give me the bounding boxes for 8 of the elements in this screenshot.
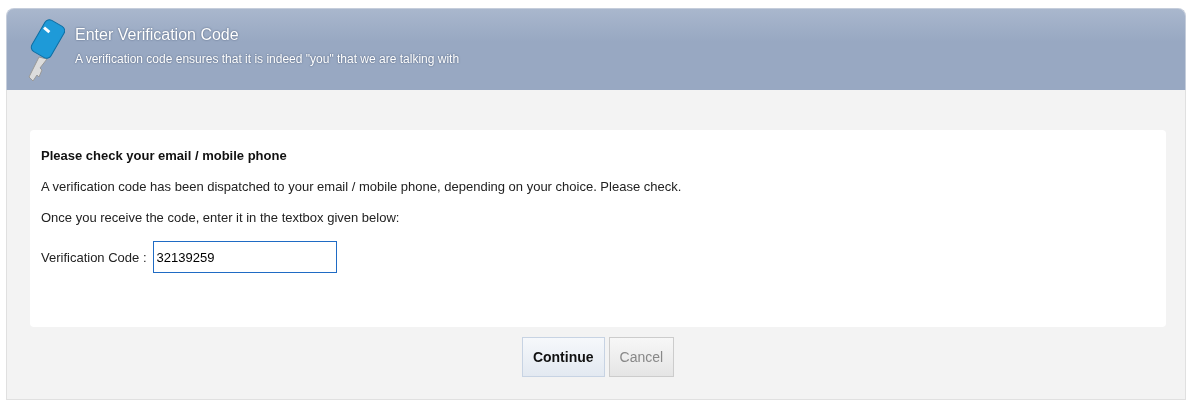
field-label: Verification Code :	[41, 249, 147, 265]
page-title: Enter Verification Code	[75, 25, 240, 44]
instruction-text: Once you receive the code, enter it in the textbox given below:	[41, 210, 401, 225]
card-heading: Please check your email / mobile phone	[41, 148, 288, 163]
page-subtitle: A verification code ensures that it is indeed "you" that we are talking with	[75, 51, 460, 66]
continue-button[interactable]: Continue	[521, 337, 605, 377]
instruction-text: A verification code has been dispatched to your email / mobile phone, depending on your choice. Please check.	[41, 179, 683, 194]
verification-code-field[interactable]: 32139259	[152, 241, 337, 273]
